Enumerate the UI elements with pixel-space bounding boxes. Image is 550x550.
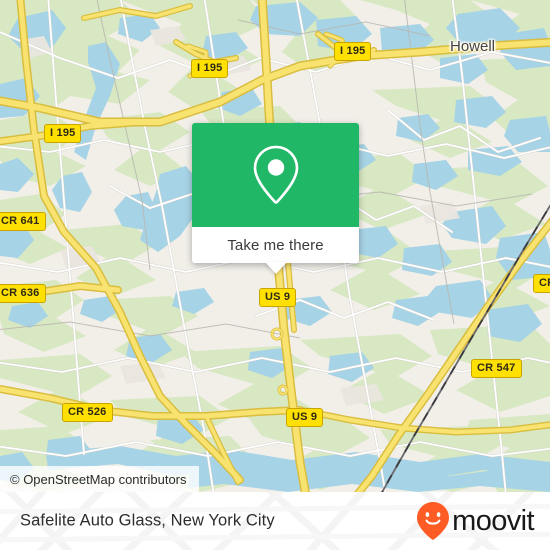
popup-tail-pointer	[265, 262, 287, 274]
map-screenshot: Howell I 195 I 195 I 195 CR 641 CR 636 C…	[0, 0, 550, 550]
road-shield-cr636: CR 636	[0, 284, 46, 303]
popup-footer[interactable]: Take me there	[192, 227, 359, 263]
road-shield-i195-b: I 195	[334, 42, 372, 61]
road-shield-cr526: CR 526	[62, 403, 113, 422]
map-attribution: © OpenStreetMap contributors	[0, 466, 199, 492]
road-shield-i195-c: I 195	[44, 124, 82, 143]
road-shield-us9-b: US 9	[286, 408, 324, 427]
moovit-logo: moovit	[416, 501, 535, 541]
map-pin-icon	[253, 145, 298, 204]
moovit-wordmark: moovit	[452, 504, 534, 537]
moovit-pin-smiley-icon	[417, 502, 450, 540]
road-shield-cr-edge: CR	[533, 274, 550, 293]
road-shield-us9-a: US 9	[259, 288, 297, 307]
attribution-text: © OpenStreetMap contributors	[10, 471, 187, 487]
road-shield-cr547: CR 547	[471, 359, 522, 378]
location-popup-card[interactable]: Take me there	[192, 123, 359, 274]
road-shield-cr641: CR 641	[0, 212, 46, 231]
page-title: Safelite Auto Glass, New York City	[20, 511, 275, 530]
road-shield-i195-a: I 195	[191, 59, 229, 78]
popup-header	[192, 123, 359, 227]
footer-bar: Safelite Auto Glass, New York City moovi…	[0, 492, 550, 550]
map-canvas[interactable]: Howell I 195 I 195 I 195 CR 641 CR 636 C…	[0, 0, 550, 492]
take-me-there-button[interactable]: Take me there	[227, 237, 323, 254]
place-label-howell: Howell	[450, 38, 496, 55]
